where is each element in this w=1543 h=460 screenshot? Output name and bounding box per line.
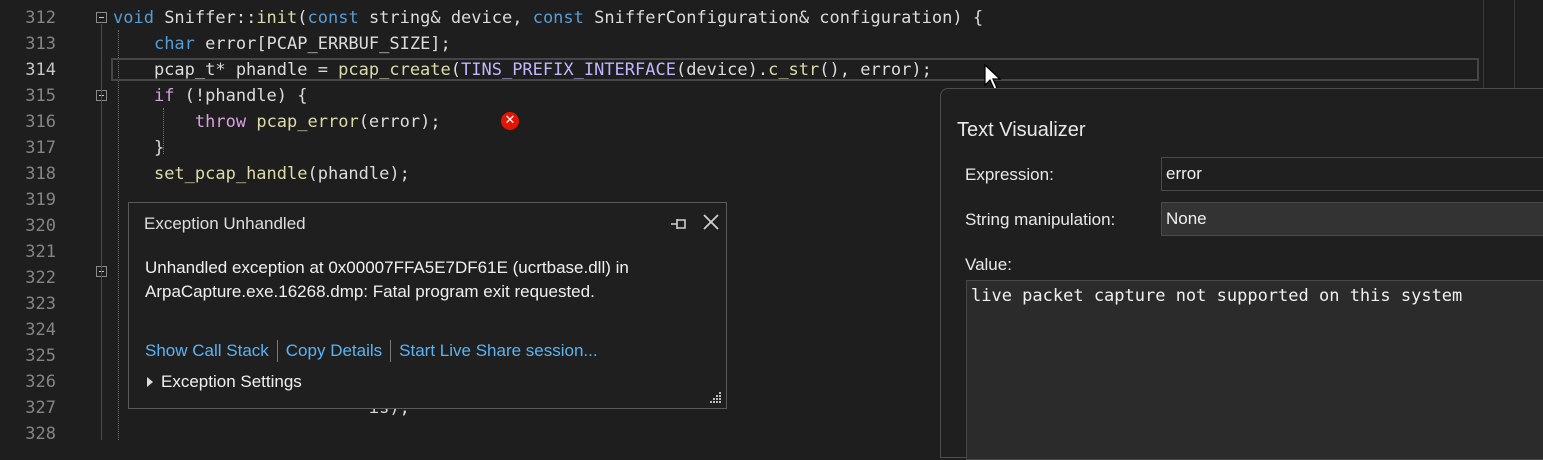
line-number: 316 xyxy=(25,112,56,132)
line-number: 318 xyxy=(25,164,56,184)
line-number: 314 xyxy=(25,60,56,80)
expand-triangle-icon xyxy=(147,377,153,387)
code-token: char xyxy=(153,34,195,54)
indent-guide xyxy=(118,30,120,440)
text-visualizer-window[interactable]: Text Visualizer Expression: String manip… xyxy=(940,88,1543,460)
code-token: Sniffer:: xyxy=(153,8,257,28)
line-number: 315 xyxy=(25,86,56,106)
copy-details-link[interactable]: Copy Details xyxy=(286,341,382,361)
code-token: ( xyxy=(297,8,308,28)
line-number: 322 xyxy=(25,268,56,288)
line-number: 313 xyxy=(25,34,56,54)
exception-settings-label: Exception Settings xyxy=(161,372,302,391)
link-separator xyxy=(276,340,278,362)
code-line[interactable]: set_pcap_handle(phandle); xyxy=(113,161,410,187)
code-token: (!phandle) { xyxy=(174,86,308,106)
line-number: 320 xyxy=(25,216,56,236)
start-live-share-link[interactable]: Start Live Share session... xyxy=(399,341,597,361)
code-line[interactable]: } xyxy=(113,135,164,161)
code-token: if xyxy=(153,86,175,106)
string-manipulation-select[interactable]: None xyxy=(1161,202,1543,236)
line-number: 321 xyxy=(25,242,56,262)
code-token: pcap_error xyxy=(256,112,359,132)
exception-message: Unhandled exception at 0x00007FFA5E7DF61… xyxy=(145,256,715,304)
line-number: 327 xyxy=(25,398,56,418)
code-token: (phandle); xyxy=(307,164,410,184)
exception-settings-toggle[interactable]: Exception Settings xyxy=(147,372,302,392)
fold-guide-line xyxy=(101,24,102,440)
exception-action-links: Show Call Stack Copy Details Start Live … xyxy=(145,340,598,362)
line-number: 319 xyxy=(25,190,56,210)
fold-toggle-icon[interactable] xyxy=(96,12,107,23)
line-number: 325 xyxy=(25,346,56,366)
code-token: error[PCAP_ERRBUF_SIZE]; xyxy=(194,34,451,54)
error-marker-icon[interactable]: ✕ xyxy=(501,112,519,130)
exception-title: Exception Unhandled xyxy=(144,214,306,233)
code-token: init xyxy=(256,8,298,28)
visualizer-title: Text Visualizer xyxy=(957,119,1086,141)
code-token: const xyxy=(307,8,359,28)
show-call-stack-link[interactable]: Show Call Stack xyxy=(145,341,269,361)
code-line[interactable]: if (!phandle) { xyxy=(113,83,308,109)
code-token: const xyxy=(532,8,584,28)
exception-message-line: ArpaCapture.exe.16268.dmp: Fatal program… xyxy=(145,282,595,301)
code-token: void xyxy=(113,8,154,28)
indent-guide xyxy=(163,108,165,154)
code-token: set_pcap_handle xyxy=(153,164,308,184)
current-line-highlight xyxy=(111,58,1479,81)
value-label: Value: xyxy=(965,255,1012,274)
code-token: (error); xyxy=(358,112,441,132)
line-number: 317 xyxy=(25,138,56,158)
pin-icon[interactable] xyxy=(669,213,689,233)
exception-popup[interactable]: Exception Unhandled Unhandled exception … xyxy=(128,202,727,409)
line-number: 326 xyxy=(25,372,56,392)
line-number: 328 xyxy=(25,424,56,444)
code-token: throw xyxy=(194,112,247,132)
string-manipulation-label: String manipulation: xyxy=(965,210,1116,229)
value-textbox[interactable]: live packet capture not supported on thi… xyxy=(966,280,1543,460)
line-number: 323 xyxy=(25,294,56,314)
code-token: string& device, xyxy=(358,8,533,28)
expression-input[interactable] xyxy=(1161,157,1543,191)
code-line[interactable]: char error[PCAP_ERRBUF_SIZE]; xyxy=(113,31,451,57)
link-separator xyxy=(390,340,392,362)
line-number: 312 xyxy=(25,8,56,28)
expression-label: Expression: xyxy=(965,165,1054,184)
line-number: 324 xyxy=(25,320,56,340)
resize-grip-icon[interactable] xyxy=(708,390,722,404)
code-token: SnifferConfiguration& configuration) { xyxy=(583,8,984,28)
code-line[interactable]: void Sniffer::init(const string& device,… xyxy=(113,5,983,31)
close-icon[interactable] xyxy=(701,212,721,232)
exception-message-line: Unhandled exception at 0x00007FFA5E7DF61… xyxy=(145,258,629,277)
code-token: } xyxy=(113,138,165,158)
